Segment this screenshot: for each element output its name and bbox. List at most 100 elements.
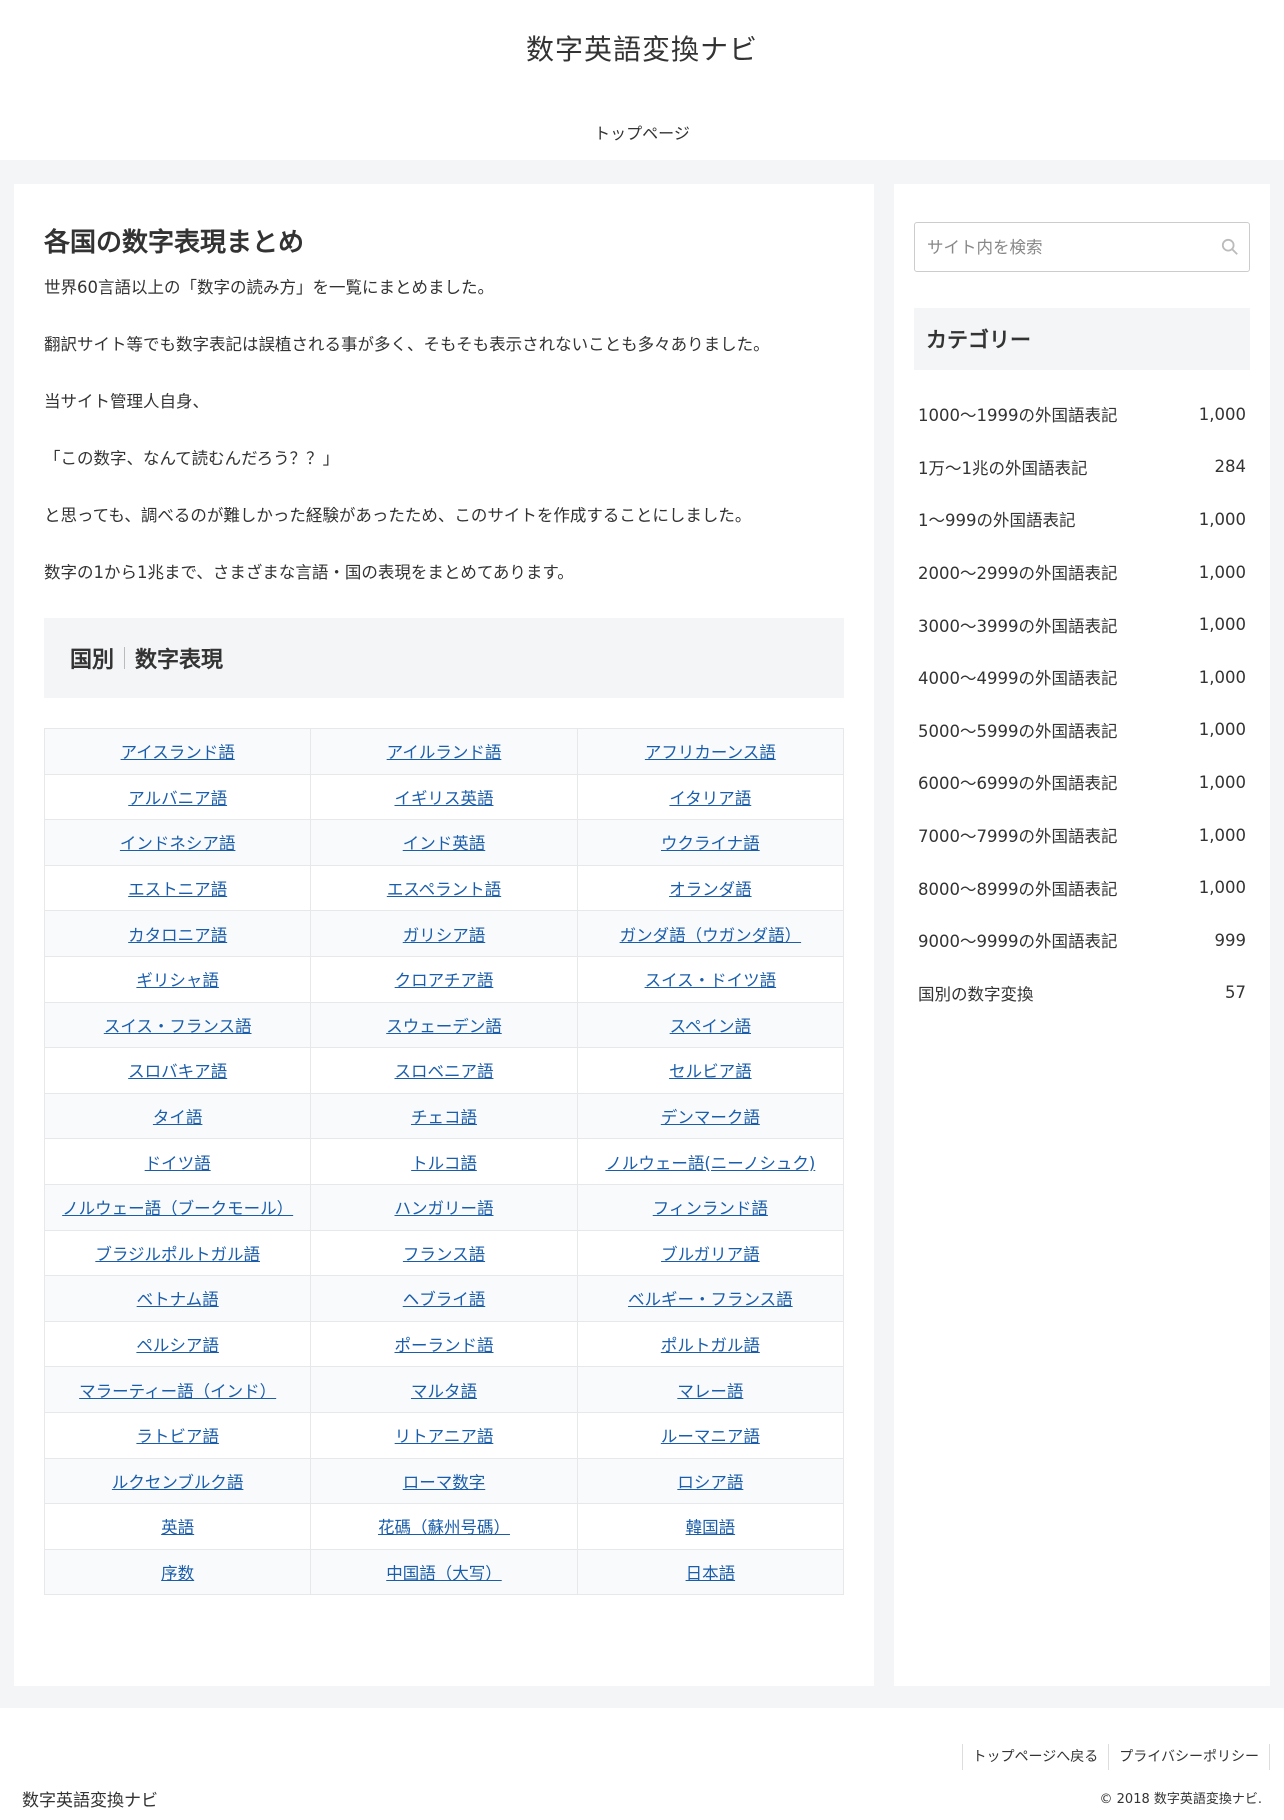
table-cell: スイス・フランス語 bbox=[43, 1001, 312, 1049]
language-link[interactable]: 花碼（蘇州号碼） bbox=[378, 1518, 510, 1537]
category-item[interactable]: 国別の数字変換 57 bbox=[914, 967, 1250, 1020]
language-link[interactable]: ベトナム語 bbox=[137, 1290, 219, 1309]
category-item[interactable]: 5000〜5999の外国語表記 1,000 bbox=[914, 704, 1250, 757]
table-row: 英語 花碼（蘇州号碼） 韓国語 bbox=[43, 1503, 845, 1550]
language-link[interactable]: イギリス英語 bbox=[394, 789, 493, 808]
language-link[interactable]: ノルウェー語(ニーノシュク) bbox=[605, 1154, 815, 1173]
language-link[interactable]: 序数 bbox=[161, 1564, 194, 1583]
footer-logo[interactable]: 数字英語変換ナビ bbox=[22, 1786, 158, 1811]
category-link[interactable]: 9000〜9999の外国語表記 bbox=[918, 928, 1117, 952]
language-link[interactable]: 中国語（大写） bbox=[386, 1564, 502, 1583]
footer-link-privacy[interactable]: プライバシーポリシー bbox=[1108, 1744, 1270, 1770]
language-link[interactable]: 韓国語 bbox=[686, 1518, 736, 1537]
footer-link-top[interactable]: トップページへ戻る bbox=[961, 1744, 1109, 1770]
language-link[interactable]: ラトビア語 bbox=[136, 1427, 219, 1446]
language-link[interactable]: 日本語 bbox=[686, 1564, 736, 1583]
language-link[interactable]: ブラジルポルトガル語 bbox=[95, 1245, 260, 1264]
language-link[interactable]: トルコ語 bbox=[411, 1154, 477, 1173]
category-link[interactable]: 7000〜7999の外国語表記 bbox=[918, 823, 1117, 847]
language-table: アイスランド語 アイルランド語 アフリカーンス語アルバニア語 イギリス英語 イタリア語イ… bbox=[43, 728, 845, 1596]
language-link[interactable]: ドイツ語 bbox=[145, 1154, 211, 1173]
language-link[interactable]: スイス・フランス語 bbox=[104, 1017, 252, 1036]
language-link[interactable]: ポルトガル語 bbox=[661, 1336, 760, 1355]
language-link[interactable]: ブルガリア語 bbox=[661, 1245, 760, 1264]
language-link[interactable]: ルーマニア語 bbox=[661, 1427, 760, 1446]
category-item[interactable]: 4000〜4999の外国語表記 1,000 bbox=[914, 651, 1250, 704]
language-link[interactable]: 英語 bbox=[161, 1518, 194, 1537]
language-link[interactable]: スイス・ドイツ語 bbox=[645, 971, 777, 990]
table-cell: ブルガリア語 bbox=[576, 1229, 845, 1277]
category-link[interactable]: 4000〜4999の外国語表記 bbox=[918, 665, 1117, 689]
site-title[interactable]: 数字英語変換ナビ bbox=[0, 28, 1284, 68]
language-link[interactable]: ノルウェー語（ブークモール） bbox=[62, 1199, 293, 1218]
category-item[interactable]: 1万〜1兆の外国語表記 284 bbox=[914, 441, 1250, 494]
language-link[interactable]: スロバキア語 bbox=[128, 1062, 227, 1081]
nav-item-top[interactable]: トップページ bbox=[594, 124, 690, 143]
category-item[interactable]: 7000〜7999の外国語表記 1,000 bbox=[914, 809, 1250, 862]
language-link[interactable]: フィンランド語 bbox=[653, 1199, 768, 1218]
language-link[interactable]: ポーランド語 bbox=[394, 1336, 493, 1355]
category-link[interactable]: 5000〜5999の外国語表記 bbox=[918, 718, 1117, 742]
category-item[interactable]: 1000〜1999の外国語表記 1,000 bbox=[914, 388, 1250, 441]
language-link[interactable]: ガリシア語 bbox=[403, 926, 486, 945]
category-link[interactable]: 6000〜6999の外国語表記 bbox=[918, 770, 1117, 794]
language-link[interactable]: アルバニア語 bbox=[128, 789, 227, 808]
language-link[interactable]: スロベニア語 bbox=[394, 1062, 493, 1081]
table-cell: スイス・ドイツ語 bbox=[576, 955, 845, 1003]
language-link[interactable]: タイ語 bbox=[153, 1108, 203, 1127]
language-link[interactable]: カタロニア語 bbox=[128, 926, 227, 945]
language-link[interactable]: チェコ語 bbox=[411, 1108, 477, 1127]
language-link[interactable]: スペイン語 bbox=[670, 1017, 751, 1036]
table-cell: スペイン語 bbox=[576, 1001, 845, 1049]
language-link[interactable]: デンマーク語 bbox=[661, 1108, 760, 1127]
category-count: 284 bbox=[1214, 457, 1247, 477]
category-item[interactable]: 3000〜3999の外国語表記 1,000 bbox=[914, 598, 1250, 651]
footer-links: トップページへ戻る プライバシーポリシー bbox=[961, 1744, 1270, 1770]
language-link[interactable]: フランス語 bbox=[403, 1245, 485, 1264]
language-link[interactable]: アイスランド語 bbox=[121, 743, 235, 762]
language-link[interactable]: クロアチア語 bbox=[395, 971, 494, 990]
language-link[interactable]: リトアニア語 bbox=[395, 1427, 494, 1446]
category-item[interactable]: 6000〜6999の外国語表記 1,000 bbox=[914, 756, 1250, 809]
category-link[interactable]: 3000〜3999の外国語表記 bbox=[918, 613, 1117, 637]
search-input[interactable] bbox=[915, 223, 1249, 271]
category-item[interactable]: 1〜999の外国語表記 1,000 bbox=[914, 493, 1250, 546]
language-link[interactable]: ベルギー・フランス語 bbox=[628, 1290, 793, 1309]
table-cell: クロアチア語 bbox=[310, 955, 578, 1003]
language-link[interactable]: エストニア語 bbox=[128, 880, 227, 899]
language-link[interactable]: スウェーデン語 bbox=[386, 1017, 502, 1036]
category-link[interactable]: 8000〜8999の外国語表記 bbox=[918, 876, 1117, 900]
category-link[interactable]: 1万〜1兆の外国語表記 bbox=[918, 455, 1088, 479]
language-link[interactable]: ロシア語 bbox=[677, 1473, 743, 1492]
table-row: ギリシャ語 クロアチア語 スイス・ドイツ語 bbox=[43, 955, 845, 1003]
category-link[interactable]: 国別の数字変換 bbox=[918, 981, 1034, 1005]
language-link[interactable]: マラーティー語（インド） bbox=[79, 1382, 276, 1401]
language-link[interactable]: マレー語 bbox=[677, 1382, 743, 1401]
search-icon[interactable] bbox=[1221, 238, 1239, 256]
language-link[interactable]: ローマ数字 bbox=[403, 1473, 486, 1492]
language-link[interactable]: ガンダ語（ウガンダ語） bbox=[620, 926, 802, 945]
language-link[interactable]: イタリア語 bbox=[669, 789, 751, 808]
category-link[interactable]: 2000〜2999の外国語表記 bbox=[918, 560, 1117, 584]
language-link[interactable]: インドネシア語 bbox=[120, 834, 236, 853]
language-link[interactable]: オランダ語 bbox=[669, 880, 752, 899]
language-link[interactable]: マルタ語 bbox=[411, 1382, 477, 1401]
table-cell: ブラジルポルトガル語 bbox=[43, 1229, 312, 1277]
language-link[interactable]: インド英語 bbox=[403, 834, 486, 853]
language-link[interactable]: ハンガリー語 bbox=[394, 1199, 493, 1218]
language-link[interactable]: ペルシア語 bbox=[136, 1336, 219, 1355]
language-link[interactable]: アフリカーンス語 bbox=[645, 743, 776, 762]
section-heading-right: 数字表現 bbox=[135, 648, 224, 673]
category-item[interactable]: 2000〜2999の外国語表記 1,000 bbox=[914, 546, 1250, 599]
language-link[interactable]: ルクセンブルク語 bbox=[112, 1473, 244, 1492]
language-link[interactable]: エスペラント語 bbox=[387, 880, 501, 899]
language-link[interactable]: アイルランド語 bbox=[387, 743, 502, 762]
language-link[interactable]: セルビア語 bbox=[669, 1062, 752, 1081]
category-link[interactable]: 1000〜1999の外国語表記 bbox=[918, 402, 1117, 426]
category-item[interactable]: 9000〜9999の外国語表記 999 bbox=[914, 914, 1250, 967]
language-link[interactable]: ヘブライ語 bbox=[403, 1290, 486, 1309]
category-item[interactable]: 8000〜8999の外国語表記 1,000 bbox=[914, 861, 1250, 914]
category-link[interactable]: 1〜999の外国語表記 bbox=[918, 507, 1076, 531]
language-link[interactable]: ギリシャ語 bbox=[136, 971, 219, 990]
language-link[interactable]: ウクライナ語 bbox=[661, 834, 760, 853]
